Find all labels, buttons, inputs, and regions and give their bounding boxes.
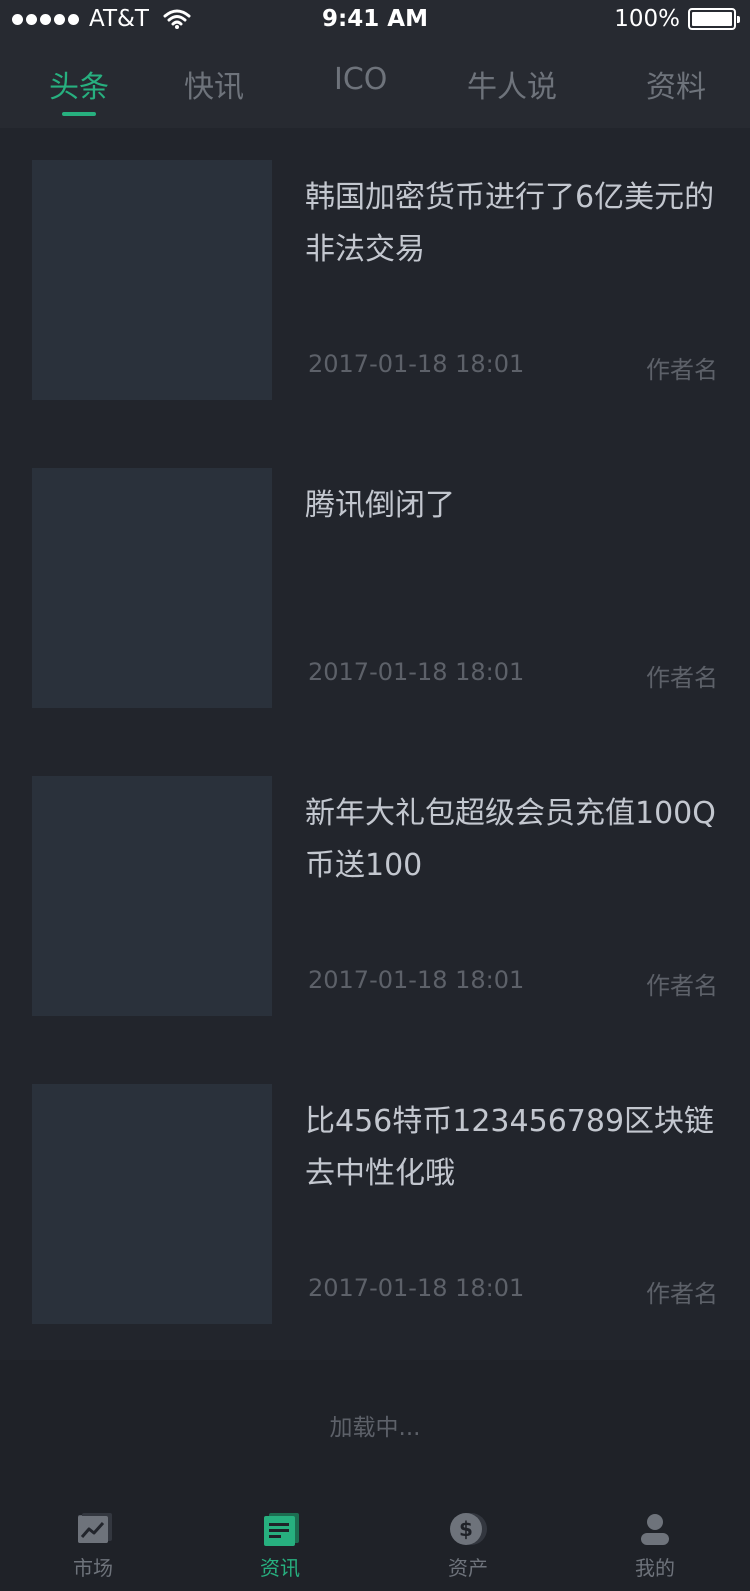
active-tab-indicator [62,112,96,116]
tab-resources[interactable]: 资料 [646,62,706,106]
bottom-nav: 市场 资讯 $ 资产 我的 [0,1500,750,1591]
news-item[interactable]: 韩国加密货币进行了6亿美元的非法交易 2017-01-18 18:01 作者名 [0,128,750,436]
news-title: 新年大礼包超级会员充值100Q币送100 [305,796,716,883]
news-author: 作者名 [646,664,718,692]
news-date: 2017-01-18 18:01 [308,966,525,994]
user-icon [641,1514,669,1545]
nav-label: 市场 [73,1556,113,1580]
news-thumbnail [32,160,272,400]
nav-profile[interactable]: 我的 [595,1500,715,1591]
news-thumbnail [32,468,272,708]
news-date: 2017-01-18 18:01 [308,350,525,378]
news-title: 腾讯倒闭了 [305,488,455,523]
news-item[interactable]: 比456特币123456789区块链去中性化哦 2017-01-18 18:01… [0,1052,750,1360]
news-icon [264,1513,299,1546]
news-author: 作者名 [646,972,718,1000]
tab-flash-news[interactable]: 快讯 [184,62,244,106]
svg-text:$: $ [459,1517,473,1541]
nav-label: 资产 [448,1556,488,1580]
status-bar: AT&T 9:41 AM 100% [0,0,750,40]
news-title: 比456特币123456789区块链去中性化哦 [305,1104,715,1191]
news-date: 2017-01-18 18:01 [308,1274,525,1302]
battery-percent: 100% [614,6,680,32]
tab-ico[interactable]: ICO [334,62,387,97]
chart-icon [78,1513,112,1543]
dollar-coin-icon: $ [450,1513,487,1545]
news-item[interactable]: 腾讯倒闭了 2017-01-18 18:01 作者名 [0,436,750,744]
news-date: 2017-01-18 18:01 [308,658,525,686]
news-title: 韩国加密货币进行了6亿美元的非法交易 [305,180,715,267]
nav-label: 我的 [635,1556,675,1580]
status-right: 100% [614,6,740,32]
news-thumbnail [32,1084,272,1324]
tab-experts[interactable]: 牛人说 [467,62,557,106]
loading-indicator: 加载中... [0,1360,750,1500]
news-thumbnail [32,776,272,1016]
news-item[interactable]: 新年大礼包超级会员充值100Q币送100 2017-01-18 18:01 作者… [0,744,750,1052]
news-author: 作者名 [646,356,718,384]
nav-market[interactable]: 市场 [33,1500,153,1591]
tab-headlines[interactable]: 头条 [49,62,109,106]
nav-assets[interactable]: $ 资产 [408,1500,528,1591]
battery-icon [688,8,740,30]
category-tabs: 头条 快讯 ICO 牛人说 资料 [0,40,750,128]
news-author: 作者名 [646,1280,718,1308]
nav-news[interactable]: 资讯 [220,1500,340,1591]
nav-label: 资讯 [260,1556,300,1580]
